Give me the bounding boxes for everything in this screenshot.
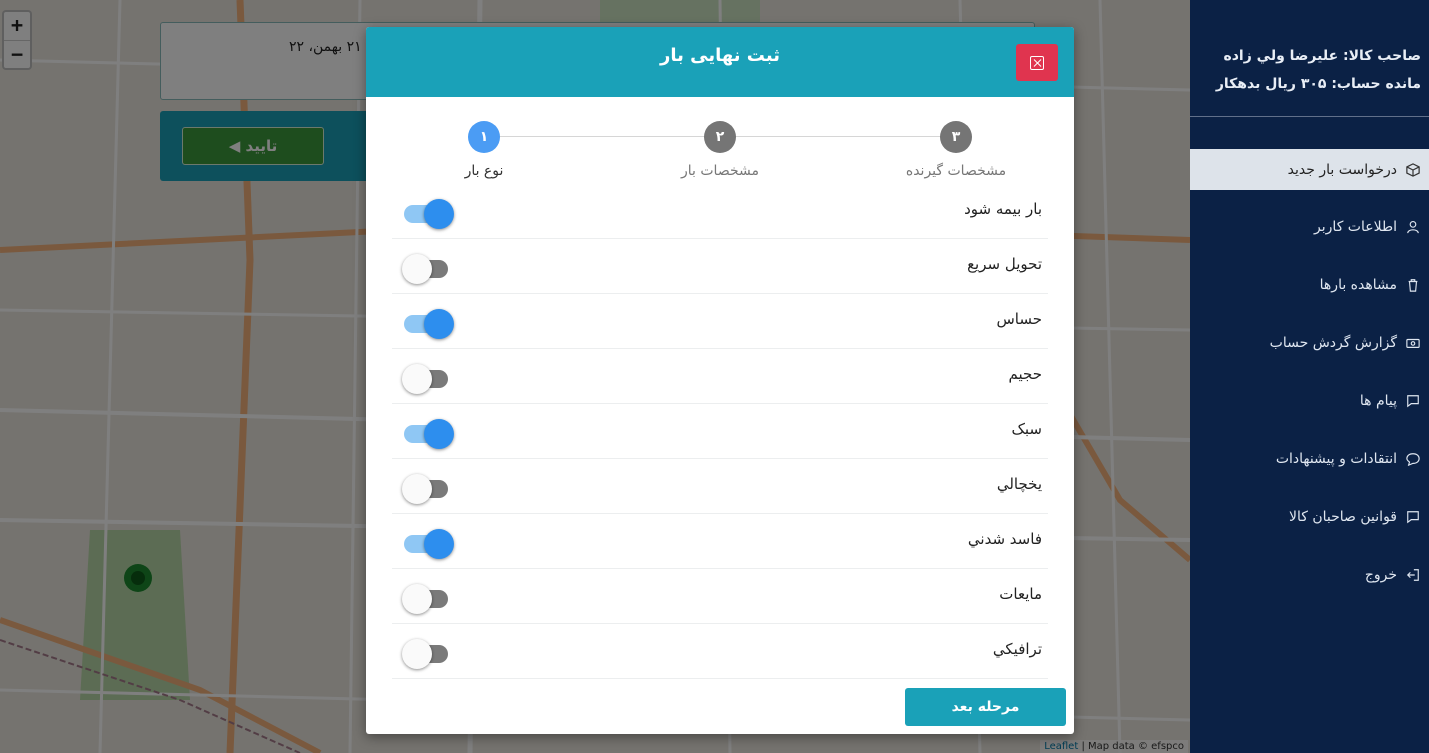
close-icon	[1030, 56, 1044, 70]
step-number: ۱	[468, 121, 500, 153]
option-label: حجیم	[1008, 365, 1042, 383]
box-icon	[1405, 162, 1421, 178]
option-row: فاسد شدني	[392, 514, 1048, 569]
sidebar: صاحب کالا: علیرضا ولي زاده مانده حساب: ۳…	[1190, 0, 1429, 753]
account-balance: مانده حساب: ۳۰۵ ريال بدهکار	[1215, 76, 1421, 92]
option-label: حساس	[996, 310, 1042, 328]
sidebar-item-label: گزارش گردش حساب	[1269, 335, 1397, 351]
final-registration-modal: ثبت نهایی بار ۱ نوع بار ۲ مشخصات بار ۳ م…	[366, 27, 1074, 734]
close-button[interactable]	[1016, 44, 1058, 81]
option-row: حجیم	[392, 349, 1048, 404]
option-row: سبک	[392, 404, 1048, 459]
toggle-knob	[424, 529, 454, 559]
sidebar-item-view-loads[interactable]: مشاهده بارها	[1190, 256, 1429, 314]
message-icon	[1405, 509, 1421, 525]
cargo-type-options: بار بیمه شود تحویل سریع حساس حجیم سبک يخچالي ف…	[392, 184, 1048, 679]
option-row: مايعات	[392, 569, 1048, 624]
toggle-knob	[424, 419, 454, 449]
toggle-switch[interactable]	[402, 417, 454, 449]
step-1[interactable]: ۱ نوع بار	[394, 121, 574, 179]
sidebar-item-rules[interactable]: قوانین صاحبان کالا	[1190, 488, 1429, 546]
sidebar-item-label: انتقادات و پیشنهادات	[1275, 451, 1397, 467]
sidebar-item-user-info[interactable]: اطلاعات کاربر	[1190, 198, 1429, 256]
toggle-knob	[402, 364, 432, 394]
sidebar-item-account-report[interactable]: گزارش گردش حساب	[1190, 314, 1429, 372]
toggle-knob	[402, 474, 432, 504]
option-label: يخچالي	[996, 475, 1042, 493]
option-row: بار بیمه شود	[392, 184, 1048, 239]
option-row: ترافيكي	[392, 624, 1048, 679]
money-icon	[1405, 335, 1421, 351]
toggle-knob	[402, 254, 432, 284]
sidebar-item-label: قوانین صاحبان کالا	[1289, 509, 1397, 525]
toggle-knob	[402, 584, 432, 614]
option-label: مايعات	[999, 585, 1042, 603]
toggle-switch[interactable]	[402, 472, 450, 504]
toggle-switch[interactable]	[402, 637, 450, 669]
step-label: نوع بار	[464, 163, 504, 179]
chat-icon	[1405, 451, 1421, 467]
option-row: حساس	[392, 294, 1048, 349]
message-icon	[1405, 393, 1421, 409]
sidebar-item-label: اطلاعات کاربر	[1314, 219, 1397, 235]
option-label: فاسد شدني	[967, 530, 1042, 548]
toggle-switch[interactable]	[402, 582, 450, 614]
account-info: صاحب کالا: علیرضا ولي زاده مانده حساب: ۳…	[1216, 42, 1421, 98]
toggle-switch[interactable]	[402, 527, 454, 559]
step-2[interactable]: ۲ مشخصات بار	[630, 121, 810, 179]
toggle-knob	[424, 199, 454, 229]
option-row: يخچالي	[392, 459, 1048, 514]
logout-icon	[1405, 567, 1421, 583]
sidebar-divider	[1190, 116, 1429, 117]
sidebar-item-label: درخواست بار جدید	[1287, 161, 1397, 178]
sidebar-item-label: خروج	[1364, 567, 1397, 583]
step-3[interactable]: ۳ مشخصات گیرنده	[866, 121, 1046, 179]
option-row: تحویل سریع	[392, 239, 1048, 294]
option-label: سبک	[1011, 420, 1042, 438]
toggle-knob	[424, 309, 454, 339]
sidebar-item-logout[interactable]: خروج	[1190, 546, 1429, 604]
step-number: ۲	[704, 121, 736, 153]
modal-header: ثبت نهایی بار	[366, 27, 1074, 97]
sidebar-item-label: مشاهده بارها	[1319, 277, 1397, 293]
step-label: مشخصات گیرنده	[905, 163, 1007, 179]
toggle-switch[interactable]	[402, 307, 454, 339]
next-step-button[interactable]: مرحله بعد	[905, 688, 1066, 726]
modal-title: ثبت نهایی بار	[660, 45, 780, 66]
owner-name: صاحب کالا: علیرضا ولي زاده	[1223, 48, 1421, 64]
user-icon	[1405, 219, 1421, 235]
option-label: ترافيكي	[992, 640, 1042, 658]
sidebar-item-feedback[interactable]: انتقادات و پیشنهادات	[1190, 430, 1429, 488]
toggle-switch[interactable]	[402, 197, 454, 229]
sidebar-menu: درخواست بار جدید اطلاعات کاربر مشاهده با…	[1190, 149, 1429, 604]
option-label: تحویل سریع	[967, 255, 1042, 273]
sidebar-item-messages[interactable]: پیام ها	[1190, 372, 1429, 430]
trash-icon	[1405, 277, 1421, 293]
sidebar-item-new-request[interactable]: درخواست بار جدید	[1190, 149, 1429, 190]
toggle-switch[interactable]	[402, 252, 450, 284]
step-label: مشخصات بار	[681, 163, 759, 179]
stepper: ۱ نوع بار ۲ مشخصات بار ۳ مشخصات گیرنده	[366, 121, 1074, 191]
option-label: بار بیمه شود	[964, 200, 1042, 218]
sidebar-item-label: پیام ها	[1359, 393, 1397, 409]
toggle-knob	[402, 639, 432, 669]
step-number: ۳	[940, 121, 972, 153]
toggle-switch[interactable]	[402, 362, 450, 394]
